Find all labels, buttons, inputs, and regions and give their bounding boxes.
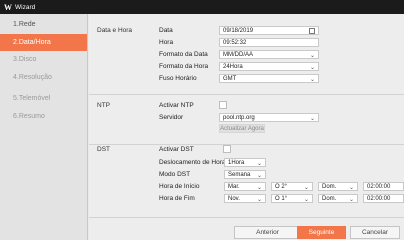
chevron-down-icon: ⌄: [256, 197, 262, 203]
dst-start-time-field[interactable]: 02:00:00: [363, 182, 404, 191]
time-format-select[interactable]: 24Hora ⌄: [219, 62, 319, 71]
time-field[interactable]: 09:52:32: [219, 38, 319, 47]
dst-end-time-value: 02:00:00: [367, 195, 391, 202]
time-format-value: 24Hora: [223, 63, 243, 70]
sidebar-item-rede[interactable]: 1.Rede: [0, 16, 87, 34]
dst-end-day-select[interactable]: Dom. ⌄: [318, 194, 358, 203]
section-divider: [89, 144, 404, 145]
timezone-value: GMT: [223, 75, 237, 82]
dst-start-time-value: 02:00:00: [367, 183, 391, 190]
dst-end-day-value: Dom.: [322, 195, 337, 202]
update-now-button[interactable]: Actualizar Agora: [219, 124, 265, 133]
next-button[interactable]: Seguinte: [297, 226, 346, 239]
dst-end-label: Hora de Fim: [159, 195, 195, 202]
chevron-down-icon: ⌄: [256, 161, 262, 167]
dst-end-week-select[interactable]: O 1° ⌄: [271, 194, 313, 203]
title-bar: W Wizard: [0, 0, 404, 14]
dst-offset-select[interactable]: 1Hora ⌄: [224, 158, 266, 167]
chevron-down-icon: ⌄: [309, 53, 315, 59]
dst-end-time-field[interactable]: 02:00:00: [363, 194, 404, 203]
footer-divider: [89, 217, 404, 218]
window-title: Wizard: [15, 3, 36, 11]
wizard-sidebar: 1.Rede 2.Data/Hora 3.Disco 4.Resolução 5…: [0, 14, 88, 240]
wizard-content: Data e Hora Data 09/18/2019 Hora 09:52:3…: [89, 14, 404, 240]
section-ntp-label: NTP: [97, 102, 110, 109]
sidebar-item-disco[interactable]: 3.Disco: [0, 51, 87, 69]
date-format-select[interactable]: MM/DD/AA ⌄: [219, 50, 319, 59]
dst-end-month-value: Nov.: [228, 195, 240, 202]
time-format-label: Formato da Hora: [159, 63, 209, 70]
dst-start-week-value: O 2°: [275, 183, 288, 190]
chevron-down-icon: ⌄: [348, 197, 354, 203]
dst-start-month-select[interactable]: Mar. ⌄: [224, 182, 266, 191]
dst-mode-label: Modo DST: [159, 171, 191, 178]
dst-start-day-select[interactable]: Dom. ⌄: [318, 182, 358, 191]
ntp-server-select[interactable]: pool.ntp.org ⌄: [219, 113, 319, 122]
sidebar-item-telemovel[interactable]: 5.Telemóvel: [0, 90, 87, 108]
date-format-label: Formato da Data: [159, 51, 208, 58]
app-logo: W: [4, 2, 12, 12]
calendar-icon[interactable]: [309, 27, 315, 34]
chevron-down-icon: ⌄: [309, 116, 315, 122]
dst-enable-checkbox[interactable]: [223, 145, 231, 153]
dst-offset-label: Deslocamento de Hora: [159, 159, 226, 166]
dst-enable-label: Activar DST: [159, 146, 194, 153]
section-divider: [89, 94, 404, 95]
timezone-select[interactable]: GMT ⌄: [219, 74, 319, 83]
dst-end-month-select[interactable]: Nov. ⌄: [224, 194, 266, 203]
cancel-button[interactable]: Cancelar: [350, 226, 400, 239]
chevron-down-icon: ⌄: [309, 65, 315, 71]
sidebar-item-resumo[interactable]: 6.Resumo: [0, 108, 87, 126]
date-format-value: MM/DD/AA: [223, 51, 253, 58]
dst-start-day-value: Dom.: [322, 183, 337, 190]
chevron-down-icon: ⌄: [303, 185, 309, 191]
timezone-label: Fuso Horário: [159, 75, 197, 82]
date-field[interactable]: 09/18/2019: [219, 26, 319, 35]
time-value: 09:52:32: [223, 39, 247, 46]
dst-end-week-value: O 1°: [275, 195, 288, 202]
ntp-server-label: Servidor: [159, 114, 184, 121]
chevron-down-icon: ⌄: [256, 173, 262, 179]
section-datetime-label: Data e Hora: [97, 27, 133, 34]
chevron-down-icon: ⌄: [256, 185, 262, 191]
section-dst-label: DST: [97, 146, 110, 153]
ntp-enable-label: Activar NTP: [159, 102, 194, 109]
date-value: 09/18/2019: [223, 27, 254, 34]
chevron-down-icon: ⌄: [309, 77, 315, 83]
sidebar-item-data-hora[interactable]: 2.Data/Hora: [0, 33, 87, 51]
time-label: Hora: [159, 39, 174, 46]
chevron-down-icon: ⌄: [348, 185, 354, 191]
date-label: Data: [159, 27, 173, 34]
ntp-server-value: pool.ntp.org: [223, 114, 255, 121]
previous-button[interactable]: Anterior: [234, 226, 301, 239]
ntp-enable-checkbox[interactable]: [219, 101, 227, 109]
sidebar-item-resolucao[interactable]: 4.Resolução: [0, 69, 87, 87]
dst-mode-select[interactable]: Semana ⌄: [224, 170, 266, 179]
dst-offset-value: 1Hora: [228, 159, 245, 166]
dst-start-month-value: Mar.: [228, 183, 240, 190]
chevron-down-icon: ⌄: [303, 197, 309, 203]
dst-start-label: Hora de Início: [159, 183, 200, 190]
dst-mode-value: Semana: [228, 171, 251, 178]
dst-start-week-select[interactable]: O 2° ⌄: [271, 182, 313, 191]
